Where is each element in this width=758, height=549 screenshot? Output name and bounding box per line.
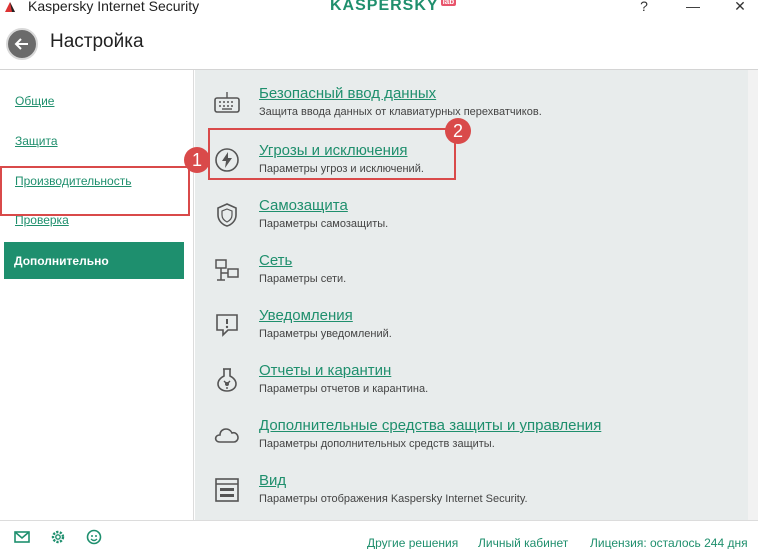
close-button[interactable]: ✕ <box>730 0 750 15</box>
list-item-secure-input[interactable]: Безопасный ввод данных Защита ввода данн… <box>195 75 748 127</box>
annotation-highlight-2 <box>208 128 456 180</box>
sidebar-item-advanced[interactable]: Дополнительно <box>4 242 184 279</box>
item-title[interactable]: Сеть <box>259 252 292 269</box>
item-title[interactable]: Безопасный ввод данных <box>259 85 436 102</box>
sidebar-item-protection[interactable]: Защита <box>15 134 58 148</box>
back-button[interactable] <box>6 28 38 60</box>
list-item-notifications[interactable]: Уведомления Параметры уведомлений. <box>195 297 748 349</box>
item-title[interactable]: Самозащита <box>259 197 348 214</box>
item-description: Параметры отображения Kaspersky Internet… <box>259 493 528 505</box>
item-description: Параметры уведомлений. <box>259 328 392 340</box>
license-link[interactable]: Лицензия: осталось 244 дня <box>590 536 748 549</box>
annotation-badge-1: 1 <box>184 147 210 173</box>
item-title[interactable]: Дополнительные средства защиты и управле… <box>259 417 601 434</box>
network-icon <box>215 259 239 281</box>
notification-icon <box>216 314 238 337</box>
title-bar: Kaspersky Internet Security KASPERSKY lab… <box>0 0 758 16</box>
cloud-icon <box>214 428 239 443</box>
list-item-view[interactable]: Вид Параметры отображения Kaspersky Inte… <box>195 462 748 514</box>
keyboard-icon <box>214 92 240 113</box>
other-solutions-link[interactable]: Другие решения <box>367 536 458 549</box>
item-title[interactable]: Отчеты и карантин <box>259 362 391 379</box>
list-item-additional-tools[interactable]: Дополнительные средства защиты и управле… <box>195 407 748 459</box>
my-account-link[interactable]: Личный кабинет <box>478 536 568 549</box>
sidebar-item-general[interactable]: Общие <box>15 94 54 108</box>
sidebar: Общие Защита Производительность Проверка… <box>0 70 194 520</box>
page-title: Настройка <box>50 31 144 52</box>
item-title[interactable]: Вид <box>259 472 286 489</box>
list-item-reports-quarantine[interactable]: Отчеты и карантин Параметры отчетов и ка… <box>195 352 748 404</box>
kaspersky-logo: KASPERSKY lab <box>330 0 457 15</box>
minimize-button[interactable]: — <box>683 0 703 14</box>
item-description: Параметры отчетов и карантина. <box>259 383 429 395</box>
window-title: Kaspersky Internet Security <box>28 0 200 14</box>
window-view-icon <box>215 478 239 502</box>
footer: Другие решения Личный кабинет Лицензия: … <box>0 520 758 549</box>
annotation-highlight-1 <box>0 166 190 216</box>
quarantine-flask-icon <box>217 368 237 392</box>
page-header: Настройка <box>0 16 758 70</box>
arrow-left-icon <box>14 38 28 50</box>
shield-icon <box>217 203 237 227</box>
help-button[interactable]: ? <box>634 0 654 14</box>
item-description: Параметры дополнительных средств защиты. <box>259 438 495 450</box>
item-title[interactable]: Уведомления <box>259 307 353 324</box>
list-item-self-defense[interactable]: Самозащита Параметры самозащиты. <box>195 187 748 239</box>
item-description: Защита ввода данных от клавиатурных пере… <box>259 106 542 118</box>
mail-icon[interactable] <box>14 529 30 545</box>
annotation-badge-2: 2 <box>445 118 471 144</box>
scrollbar[interactable] <box>748 70 758 520</box>
list-item-network[interactable]: Сеть Параметры сети. <box>195 242 748 294</box>
support-icon[interactable] <box>86 529 102 545</box>
item-description: Параметры самозащиты. <box>259 218 389 230</box>
item-description: Параметры сети. <box>259 273 347 285</box>
gear-icon[interactable] <box>50 529 66 545</box>
kaspersky-app-icon <box>4 1 16 13</box>
